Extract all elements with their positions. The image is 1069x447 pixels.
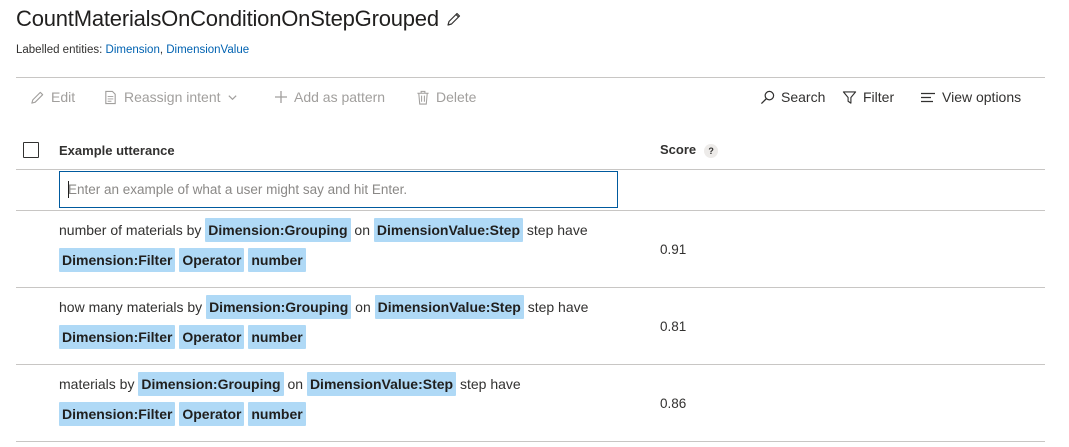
utterance-token: on [287, 376, 304, 392]
utterance-token: step have [526, 222, 588, 238]
utterance-token: on [354, 222, 370, 238]
entity-label-chip[interactable]: Dimension:Filter [59, 402, 176, 426]
view-options-icon [921, 92, 935, 102]
entity-label-chip[interactable]: Operator [179, 325, 245, 349]
select-all-checkbox[interactable] [23, 142, 39, 158]
entity-label-chip[interactable]: Dimension:Grouping [205, 218, 351, 242]
entity-link-dimensionvalue[interactable]: DimensionValue [166, 44, 249, 56]
score-value: 0.81 [660, 319, 687, 334]
delete-button[interactable]: Delete [416, 89, 476, 105]
utterance-token: how many materials by [59, 299, 203, 315]
search-label: Search [781, 89, 826, 105]
utterance-row[interactable]: how many materials by Dimension:Grouping… [16, 288, 1045, 364]
entity-label-chip[interactable]: Dimension:Filter [59, 325, 176, 349]
reassign-intent-label: Reassign intent [124, 89, 221, 105]
view-options-label: View options [942, 89, 1022, 105]
entity-label-chip[interactable]: Dimension:Grouping [206, 295, 352, 319]
filter-button[interactable]: Filter [842, 89, 894, 105]
entity-label-chip[interactable]: number [248, 402, 306, 426]
entity-link-dimension[interactable]: Dimension [106, 44, 160, 56]
add-as-pattern-label: Add as pattern [294, 89, 386, 105]
filter-label: Filter [863, 89, 895, 105]
pencil-icon[interactable] [446, 11, 462, 27]
table-header: Example utterance Score ? [16, 132, 1045, 170]
utterance-text: how many materials by Dimension:Grouping… [59, 292, 639, 352]
utterance-token: number of materials by [59, 222, 202, 238]
labelled-entities-label: Labelled entities: [16, 44, 106, 56]
utterance-token: step have [459, 376, 521, 392]
reassign-intent-button[interactable]: Reassign intent [103, 89, 238, 105]
pencil-icon [31, 91, 44, 104]
trash-icon [417, 90, 429, 105]
delete-label: Delete [436, 89, 477, 105]
add-as-pattern-button[interactable]: Add as pattern [274, 89, 385, 105]
title-row: CountMaterialsOnConditionOnStepGrouped [16, 6, 462, 32]
labelled-entities: Labelled entities: Dimension, DimensionV… [16, 44, 249, 56]
entity-label-chip[interactable]: DimensionValue:Step [373, 218, 524, 242]
entity-label-chip[interactable]: Operator [179, 402, 245, 426]
utterance-text: materials by Dimension:Grouping on Dimen… [59, 369, 639, 429]
utterance-token: materials by [59, 376, 135, 392]
utterance-row[interactable]: materials by Dimension:Grouping on Dimen… [16, 365, 1045, 441]
edit-label: Edit [51, 89, 76, 105]
edit-button[interactable]: Edit [30, 89, 75, 105]
new-utterance-input[interactable] [59, 171, 618, 208]
search-icon [760, 90, 775, 104]
plus-icon [275, 91, 287, 103]
entity-label-chip[interactable]: Operator [179, 248, 245, 272]
search-button[interactable]: Search [760, 89, 825, 105]
document-icon [105, 90, 116, 104]
entity-label-chip[interactable]: DimensionValue:Step [374, 295, 524, 319]
entity-label-chip[interactable]: number [248, 248, 306, 272]
help-icon[interactable]: ? [704, 144, 719, 158]
entity-label-chip[interactable]: DimensionValue:Step [306, 372, 457, 396]
entity-label-chip[interactable]: Dimension:Grouping [138, 372, 284, 396]
entity-label-chip[interactable]: Dimension:Filter [59, 248, 176, 272]
header-divider [16, 169, 1045, 170]
row-divider [16, 441, 1045, 442]
command-bar: Edit Reassign intent Add as pattern Dele… [16, 78, 1045, 118]
filter-icon [842, 90, 857, 104]
utterance-row[interactable]: number of materials by Dimension:Groupin… [16, 211, 1045, 287]
text-caret [68, 181, 69, 198]
score-value: 0.86 [660, 396, 687, 411]
column-header-score-label: Score [660, 142, 697, 157]
entity-label-chip[interactable]: number [248, 325, 306, 349]
view-options-button[interactable]: View options [920, 89, 1021, 105]
chevron-down-icon [227, 94, 237, 100]
utterance-text: number of materials by Dimension:Groupin… [59, 215, 639, 275]
column-header-score[interactable]: Score ? [660, 141, 719, 158]
utterance-token: step have [527, 299, 589, 315]
column-header-utterance[interactable]: Example utterance [59, 143, 175, 158]
page-title: CountMaterialsOnConditionOnStepGrouped [16, 6, 439, 31]
score-value: 0.91 [660, 242, 687, 257]
utterance-token: on [355, 299, 371, 315]
